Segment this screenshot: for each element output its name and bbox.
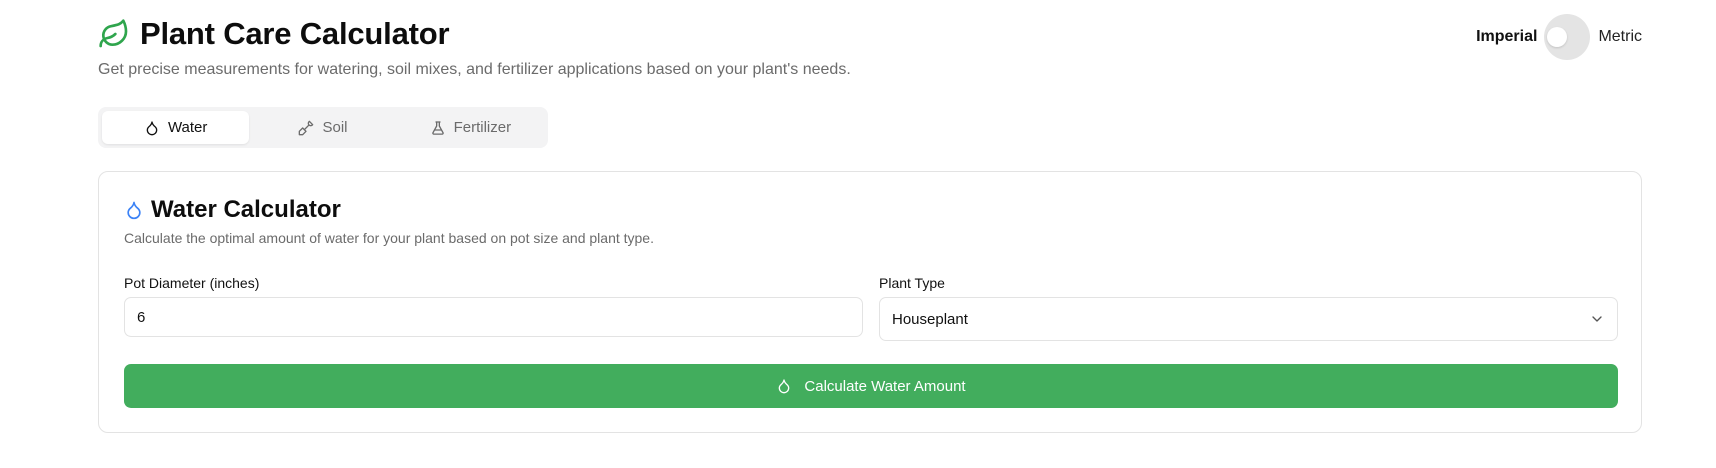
unit-label-imperial: Imperial bbox=[1476, 28, 1538, 45]
droplet-icon bbox=[124, 199, 144, 221]
tab-soil[interactable]: Soil bbox=[249, 111, 396, 144]
droplet-icon bbox=[144, 120, 160, 136]
pot-diameter-field: Pot Diameter (inches) bbox=[124, 275, 863, 337]
pot-diameter-input[interactable] bbox=[124, 297, 863, 337]
shovel-icon bbox=[298, 120, 314, 136]
calculate-button-label: Calculate Water Amount bbox=[804, 377, 966, 395]
tab-fertilizer-label: Fertilizer bbox=[453, 119, 512, 136]
page-title: Plant Care Calculator bbox=[140, 16, 450, 51]
tab-water-label: Water bbox=[167, 119, 208, 136]
card-title: Water Calculator bbox=[151, 196, 341, 223]
chevron-down-icon bbox=[1589, 311, 1605, 327]
tab-soil-label: Soil bbox=[322, 119, 348, 136]
page-header: Plant Care Calculator bbox=[98, 16, 450, 52]
calculate-water-button[interactable]: Calculate Water Amount bbox=[124, 364, 1618, 408]
unit-toggle: Imperial Metric bbox=[1476, 14, 1642, 60]
unit-label-metric: Metric bbox=[1598, 28, 1642, 45]
plant-type-select[interactable]: Houseplant bbox=[879, 297, 1618, 341]
droplet-icon bbox=[776, 378, 792, 394]
tab-fertilizer[interactable]: Fertilizer bbox=[397, 111, 544, 144]
plant-type-field: Plant Type Houseplant bbox=[879, 275, 1618, 341]
page-subtitle: Get precise measurements for watering, s… bbox=[98, 61, 851, 78]
plant-type-label: Plant Type bbox=[879, 275, 945, 291]
tab-water[interactable]: Water bbox=[102, 111, 250, 144]
leaf-icon bbox=[98, 18, 130, 50]
card-header: Water Calculator bbox=[124, 196, 341, 224]
water-calculator-card: Water Calculator Calculate the optimal a… bbox=[98, 171, 1642, 433]
plant-care-page: Plant Care Calculator Get precise measur… bbox=[0, 0, 1716, 468]
card-description: Calculate the optimal amount of water fo… bbox=[124, 230, 654, 246]
flask-icon bbox=[430, 120, 446, 136]
pot-diameter-label: Pot Diameter (inches) bbox=[124, 275, 260, 291]
unit-switch[interactable] bbox=[1544, 14, 1591, 60]
plant-type-value: Houseplant bbox=[892, 310, 968, 328]
calculator-tabs: Water Soil Fertilizer bbox=[98, 107, 548, 148]
switch-knob bbox=[1547, 27, 1568, 47]
